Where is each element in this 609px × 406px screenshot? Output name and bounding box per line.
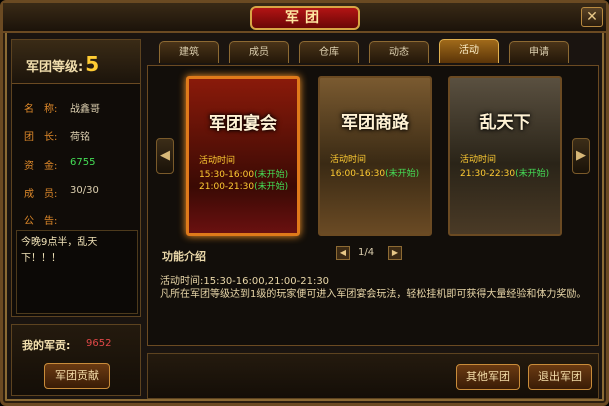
info-key: 资 金: [24, 161, 58, 172]
feature-description: 凡所在军团等级达到1级的玩家便可进入军团宴会玩法，轻松挂机即可获得大量经验和体力… [160, 289, 587, 300]
activity-slot: 21:00-21:30(未开始) [199, 179, 288, 192]
slot-time: 21:30-22:30 [460, 169, 516, 179]
info-row-funds: 资 金: 6755 [12, 157, 140, 175]
activity-title: 军团宴会 [209, 114, 277, 134]
legion-window: 军团 ✕ 军团等级: 5 名 称: 战鑫哥 团 长: 荷铭 资 金: 6755 成… [0, 0, 609, 406]
arrow-right-icon[interactable]: ▶ [572, 138, 590, 174]
notice-text: 今晚9点半，乱天下！！！ [16, 230, 138, 314]
legion-name: 战鑫哥 [70, 104, 100, 115]
tab-members[interactable]: 成员 [229, 41, 289, 63]
level-value: 5 [85, 52, 100, 76]
page-number: 1/4 [358, 247, 375, 258]
slot-status: (未开始) [385, 169, 420, 179]
activity-card-trade-route[interactable]: 军团商路 活动时间 16:00-16:30(未开始) [318, 76, 432, 236]
legion-members: 30/30 [70, 185, 99, 196]
activity-time-text: 活动时间:15:30-16:00,21:00-21:30 [160, 276, 330, 287]
tab-warehouse[interactable]: 仓库 [299, 41, 359, 63]
level-label: 军团等级: [26, 60, 84, 75]
page-next-icon[interactable]: ▶ [388, 246, 402, 260]
close-icon[interactable]: ✕ [581, 7, 603, 27]
activity-time-label: 活动时间 [460, 155, 497, 165]
activity-card-banquet[interactable]: 军团宴会 活动时间 15:30-16:00(未开始) 21:00-21:30(未… [186, 76, 300, 236]
activity-slot: 21:30-22:30(未开始) [460, 166, 549, 179]
page-prev-icon[interactable]: ◀ [336, 246, 350, 260]
tab-apply[interactable]: 申请 [509, 41, 569, 63]
legion-level: 军团等级: 5 [12, 40, 140, 84]
activity-time-label: 活动时间 [199, 156, 236, 166]
info-row-name: 名 称: 战鑫哥 [12, 100, 140, 118]
notice-label: 公 告: [24, 216, 58, 227]
legion-info-panel: 军团等级: 5 名 称: 战鑫哥 团 长: 荷铭 资 金: 6755 成 员: 3… [11, 39, 141, 317]
info-row-leader: 团 长: 荷铭 [12, 128, 140, 146]
title-bar: 军团 ✕ [3, 3, 606, 33]
contribution-panel: 我的军贡: 9652 军团贡献 [11, 324, 141, 396]
slot-status: (未开始) [515, 169, 550, 179]
bottom-bar: 其他军团 退出军团 [147, 353, 599, 399]
tab-activities[interactable]: 活动 [439, 39, 499, 63]
other-legions-button[interactable]: 其他军团 [456, 364, 520, 390]
info-key: 名 称: [24, 104, 58, 115]
arrow-left-icon[interactable]: ◀ [156, 138, 174, 174]
pager: ◀ 1/4 ▶ [336, 246, 402, 262]
slot-status: (未开始) [254, 182, 289, 192]
contribution-value: 9652 [86, 338, 112, 349]
info-key: 团 长: [24, 132, 58, 143]
contribution-label: 我的军贡: [22, 339, 71, 352]
info-key: 成 员: [24, 189, 58, 200]
slot-time: 16:00-16:30 [330, 169, 386, 179]
tab-building[interactable]: 建筑 [159, 41, 219, 63]
activity-slot: 16:00-16:30(未开始) [330, 166, 419, 179]
activity-title: 军团商路 [341, 113, 409, 133]
exit-legion-button[interactable]: 退出军团 [528, 364, 592, 390]
contribute-button[interactable]: 军团贡献 [44, 363, 110, 389]
legion-leader: 荷铭 [70, 132, 90, 143]
activity-card-chaos[interactable]: 乱天下 活动时间 21:30-22:30(未开始) [448, 76, 562, 236]
activity-time-label: 活动时间 [330, 155, 367, 165]
feature-label: 功能介绍 [162, 250, 206, 263]
activity-title: 乱天下 [479, 113, 531, 133]
tab-bar: 建筑 成员 仓库 动态 活动 申请 [159, 39, 599, 65]
legion-funds: 6755 [70, 157, 96, 168]
window-title: 军团 [250, 6, 360, 30]
slot-time: 21:00-21:30 [199, 182, 255, 192]
activity-panel: ◀ ▶ 军团宴会 活动时间 15:30-16:00(未开始) 21:00-21:… [147, 65, 599, 346]
info-row-notice: 公 告: [12, 212, 140, 230]
info-row-members: 成 员: 30/30 [12, 185, 140, 203]
tab-news[interactable]: 动态 [369, 41, 429, 63]
